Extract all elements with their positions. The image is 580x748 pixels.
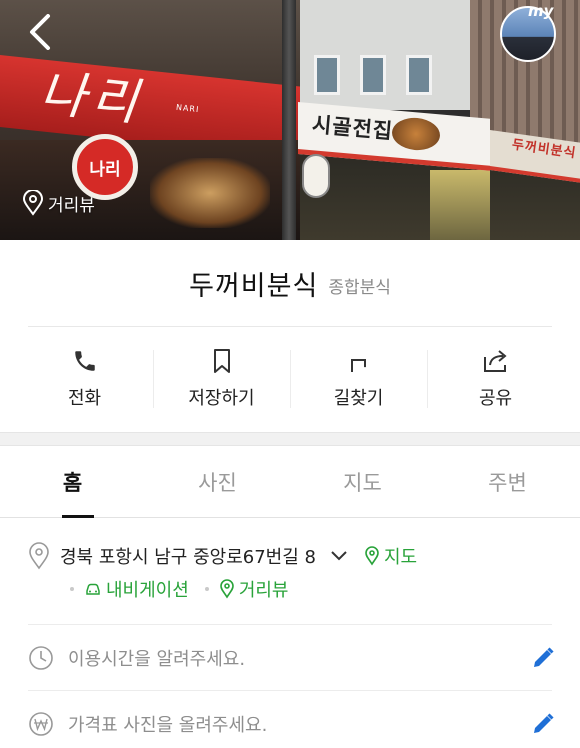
directions-label: 길찾기 — [333, 388, 384, 409]
map-link-label: 지도 — [383, 547, 418, 568]
phone-icon — [74, 351, 95, 371]
pencil-icon — [534, 713, 554, 733]
street-view-image[interactable]: 나리 NARI 나리 시골전집 두꺼비분식 my 거리뷰 — [0, 0, 580, 240]
shop-sign-left-text: 나리 — [36, 63, 147, 133]
share-button[interactable]: 공유 — [427, 340, 564, 418]
address-text: 경북 포항시 남구 중앙로67번길 8 — [60, 547, 316, 568]
share-label: 공유 — [478, 388, 513, 409]
roadview-link-label: 거리뷰 — [238, 580, 289, 601]
directions-button[interactable]: 길찾기 — [290, 340, 427, 418]
street-stall — [430, 170, 490, 240]
my-label: my — [528, 2, 554, 20]
place-category: 종합분식 — [328, 277, 391, 298]
lantern — [302, 154, 330, 198]
hours-placeholder: 이용시간을 알려주세요. — [68, 649, 246, 670]
divider — [28, 624, 552, 625]
save-label: 저장하기 — [188, 388, 255, 409]
roadview-button[interactable]: 거리뷰 — [22, 190, 95, 216]
bullet-dot — [70, 587, 74, 591]
building-window — [360, 55, 386, 95]
call-button[interactable]: 전화 — [16, 340, 153, 418]
roadview-link[interactable]: 거리뷰 — [219, 576, 289, 602]
directions-icon — [350, 359, 366, 372]
divider — [28, 326, 552, 327]
tab-map[interactable]: 지도 — [290, 446, 435, 517]
navigation-link[interactable]: 내비게이션 — [84, 576, 189, 602]
roadview-label: 거리뷰 — [48, 195, 95, 216]
chevron-down-icon — [331, 551, 347, 561]
building-window — [314, 55, 340, 95]
map-link[interactable]: 지도 — [364, 543, 417, 569]
building-window — [406, 55, 432, 95]
location-pin-icon — [22, 190, 44, 216]
tab-bar: 홈 사진 지도 주변 — [0, 446, 580, 518]
shop-interior-light — [150, 158, 270, 228]
bullet-dot — [204, 587, 209, 591]
pencil-icon — [534, 647, 554, 667]
hours-row[interactable]: 이용시간을 알려주세요. — [28, 638, 558, 678]
share-icon — [483, 350, 507, 372]
divider — [28, 690, 552, 691]
tab-photos[interactable]: 사진 — [145, 446, 290, 517]
chevron-left-icon — [30, 14, 50, 50]
action-bar: 전화 저장하기 길찾기 공유 — [16, 340, 564, 418]
save-button[interactable]: 저장하기 — [153, 340, 290, 418]
location-pin-icon — [220, 579, 234, 599]
price-placeholder: 가격표 사진을 올려주세요. — [68, 715, 268, 736]
address-section: 경북 포항시 남구 중앙로67번길 8 지도 내비게이션 거리뷰 — [28, 540, 558, 606]
address-expand-button[interactable] — [330, 550, 348, 562]
edit-price-button[interactable] — [528, 709, 558, 739]
place-header: 두꺼비분식 종합분식 — [0, 240, 580, 326]
navigation-link-label: 내비게이션 — [106, 580, 189, 601]
back-button[interactable] — [22, 14, 58, 50]
tab-nearby[interactable]: 주변 — [435, 446, 580, 517]
section-separator — [0, 432, 580, 446]
car-icon — [86, 583, 100, 595]
price-row[interactable]: 가격표 사진을 올려주세요. — [28, 704, 558, 744]
pillar — [282, 0, 296, 240]
edit-hours-button[interactable] — [528, 643, 558, 673]
location-pin-icon — [29, 542, 49, 570]
building-middle — [300, 0, 470, 110]
tab-home[interactable]: 홈 — [0, 446, 145, 518]
place-name: 두꺼비분식 — [189, 270, 319, 302]
call-label: 전화 — [67, 388, 102, 409]
location-pin-icon — [365, 546, 379, 566]
bookmark-icon — [213, 349, 230, 373]
clock-icon — [29, 646, 53, 670]
won-icon — [29, 712, 53, 736]
